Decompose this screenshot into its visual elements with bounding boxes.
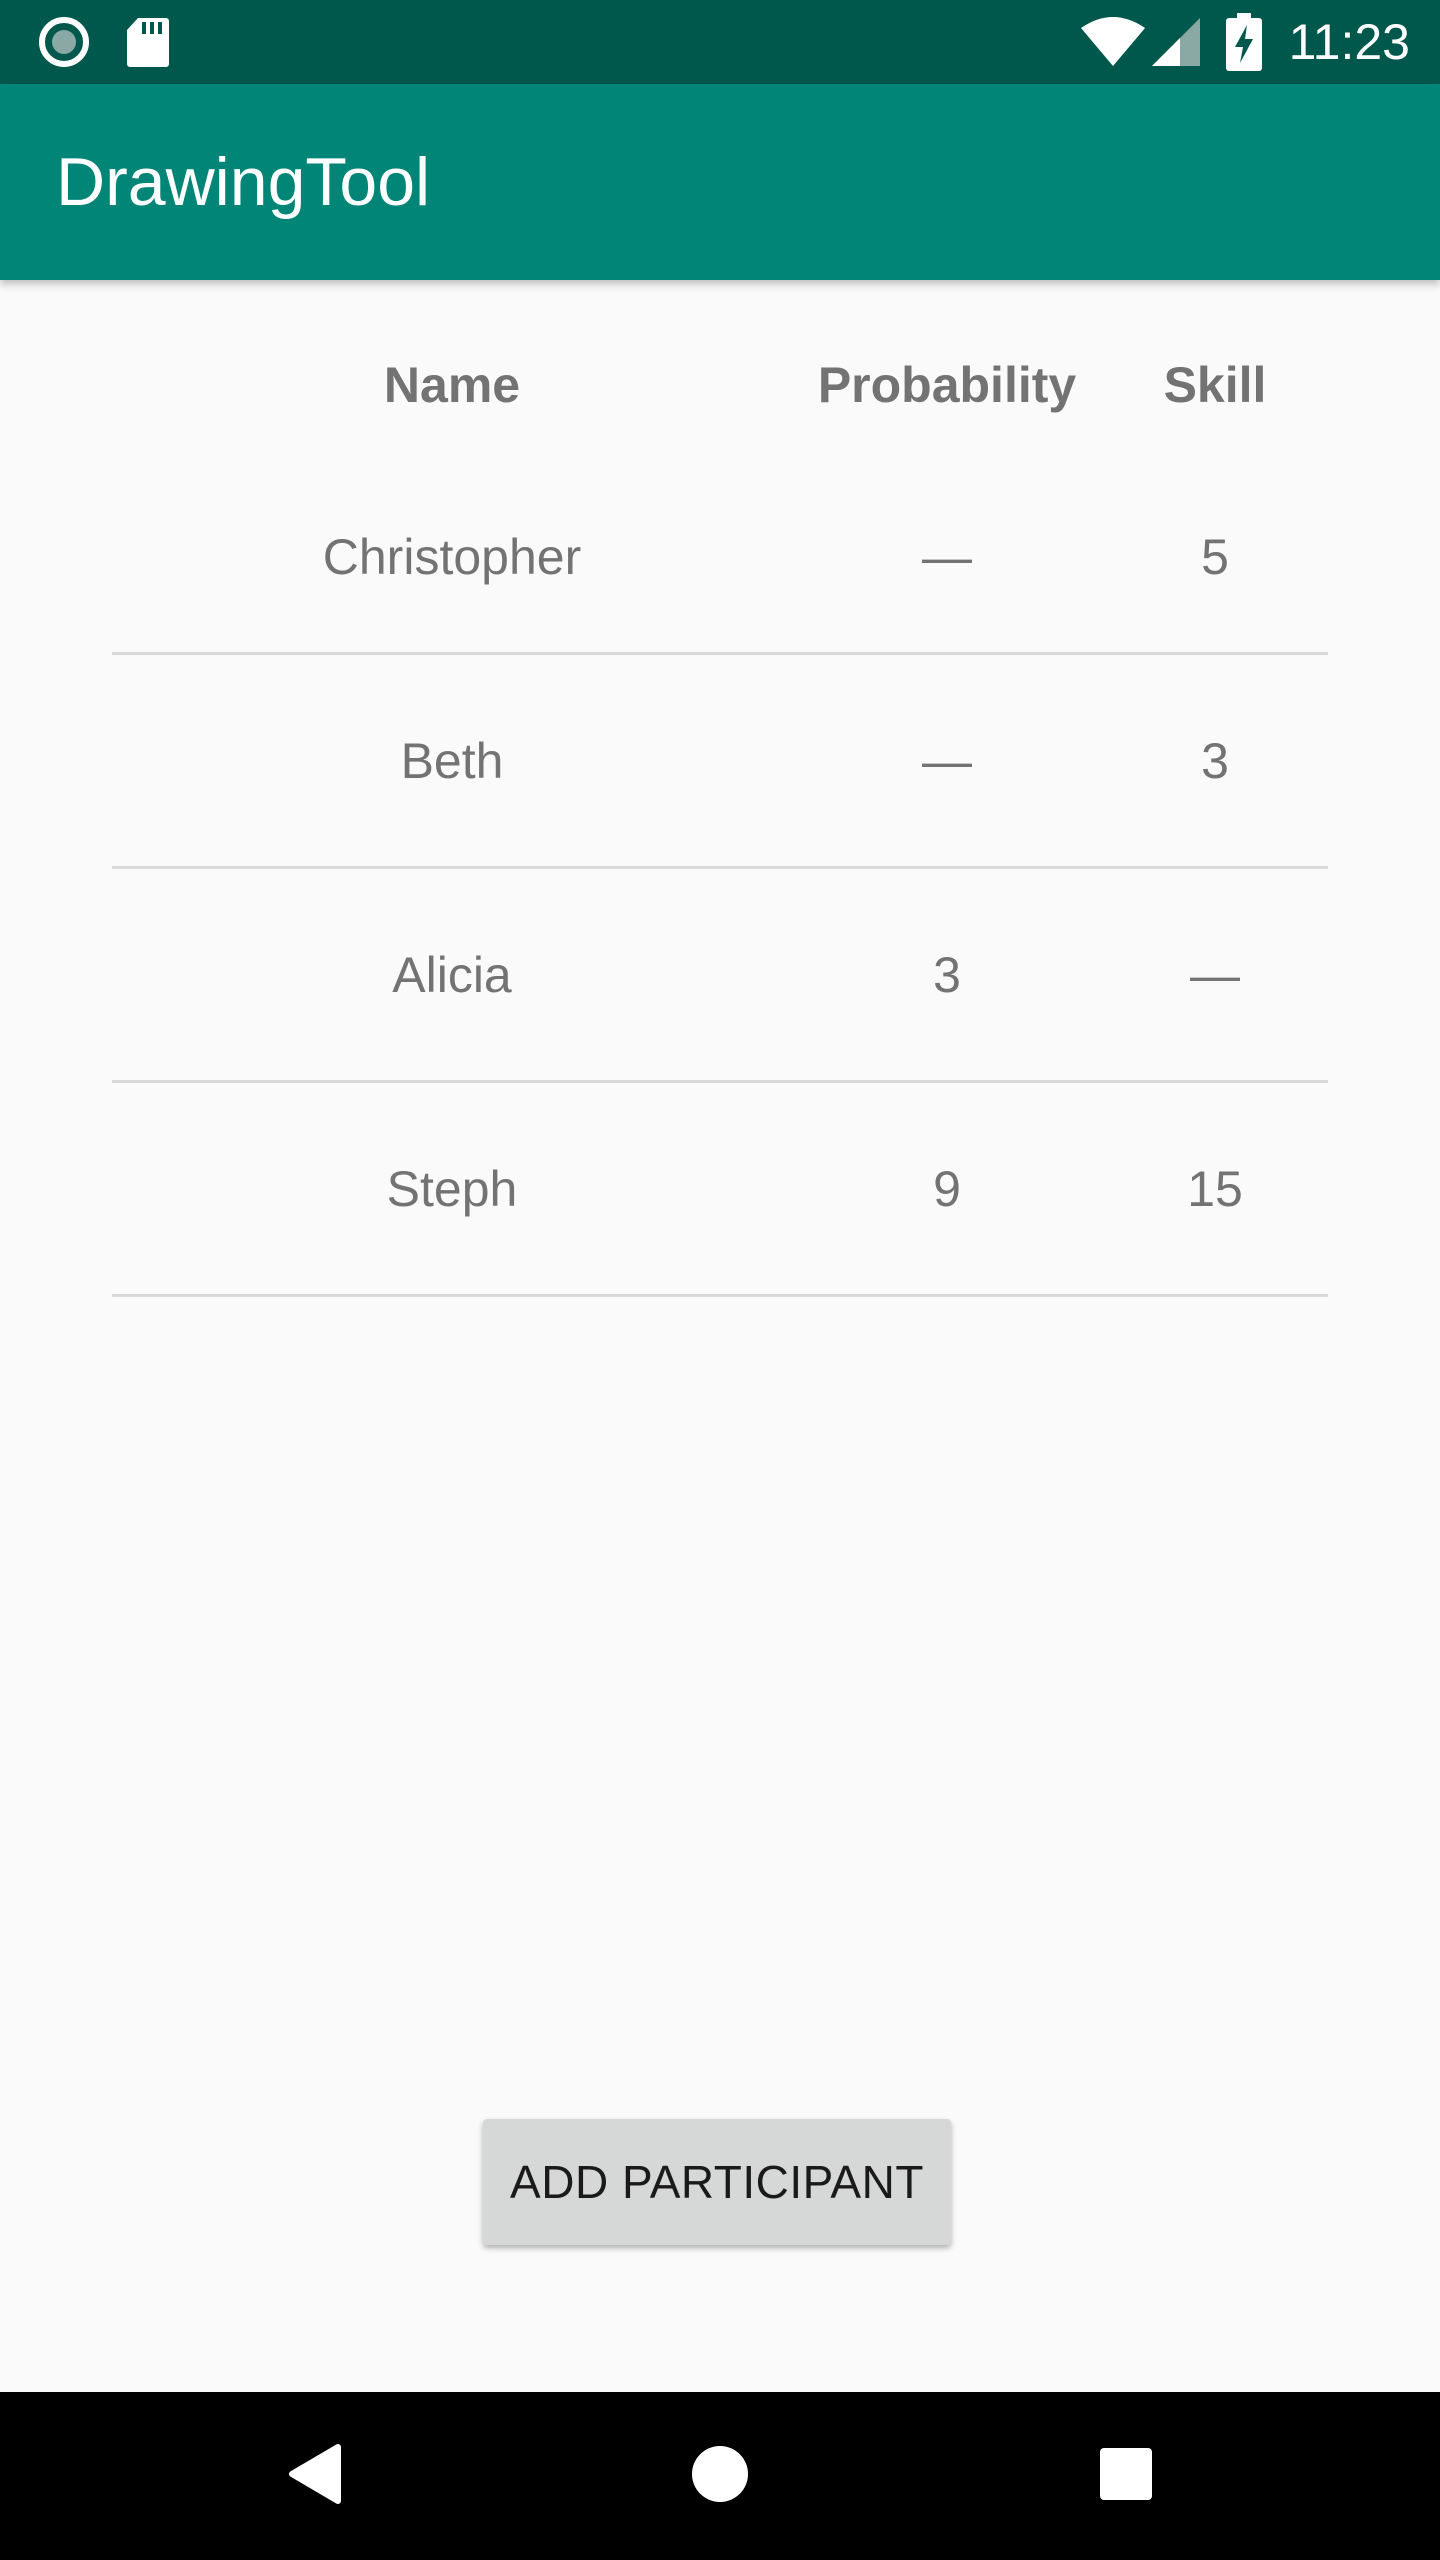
status-bar: 11:23 xyxy=(0,0,1440,84)
participant-skill: — xyxy=(1190,946,1240,1003)
participant-name: Christopher xyxy=(322,529,582,585)
table-rows: Christopher — 5 Beth — 3 Alicia 3 — Step… xyxy=(112,490,1328,1297)
participant-skill: 5 xyxy=(1201,529,1229,585)
app-bar: DrawingTool xyxy=(0,84,1440,280)
participant-name: Steph xyxy=(386,1160,518,1217)
app-title: DrawingTool xyxy=(56,144,431,220)
table-row[interactable]: Steph 9 15 xyxy=(112,1083,1328,1297)
battery-charging-icon xyxy=(1222,0,1266,84)
participant-probability: — xyxy=(922,732,972,789)
table-row[interactable]: Christopher — 5 xyxy=(112,490,1328,655)
recents-button[interactable] xyxy=(1042,2392,1210,2560)
header-skill: Skill xyxy=(1163,357,1267,413)
table-row[interactable]: Alicia 3 — xyxy=(112,869,1328,1083)
signal-icon xyxy=(1148,0,1204,84)
participants-table: Name Probability Skill Christopher — 5 B… xyxy=(112,280,1328,1297)
table-row[interactable]: Beth — 3 xyxy=(112,655,1328,869)
record-icon xyxy=(34,0,94,84)
add-participant-button[interactable]: ADD PARTICIPANT xyxy=(483,2119,951,2245)
navigation-bar xyxy=(0,2392,1440,2560)
participant-probability: 9 xyxy=(933,1160,961,1217)
participant-probability: 3 xyxy=(933,946,961,1003)
wifi-icon xyxy=(1078,0,1148,84)
participant-skill: 3 xyxy=(1201,732,1229,789)
sd-card-icon xyxy=(122,0,174,84)
clock-time: 11:23 xyxy=(1288,14,1410,70)
home-button[interactable] xyxy=(636,2392,804,2560)
back-button[interactable] xyxy=(230,2392,398,2560)
participant-probability: — xyxy=(922,529,972,585)
participant-skill: 15 xyxy=(1187,1160,1243,1217)
header-probability: Probability xyxy=(817,357,1077,413)
participant-name: Alicia xyxy=(392,946,512,1003)
table-header: Name Probability Skill xyxy=(112,280,1328,490)
back-icon xyxy=(286,2443,342,2510)
recents-icon xyxy=(1099,2447,1153,2506)
header-name: Name xyxy=(383,357,521,413)
home-icon xyxy=(691,2445,749,2508)
participant-name: Beth xyxy=(400,732,504,789)
